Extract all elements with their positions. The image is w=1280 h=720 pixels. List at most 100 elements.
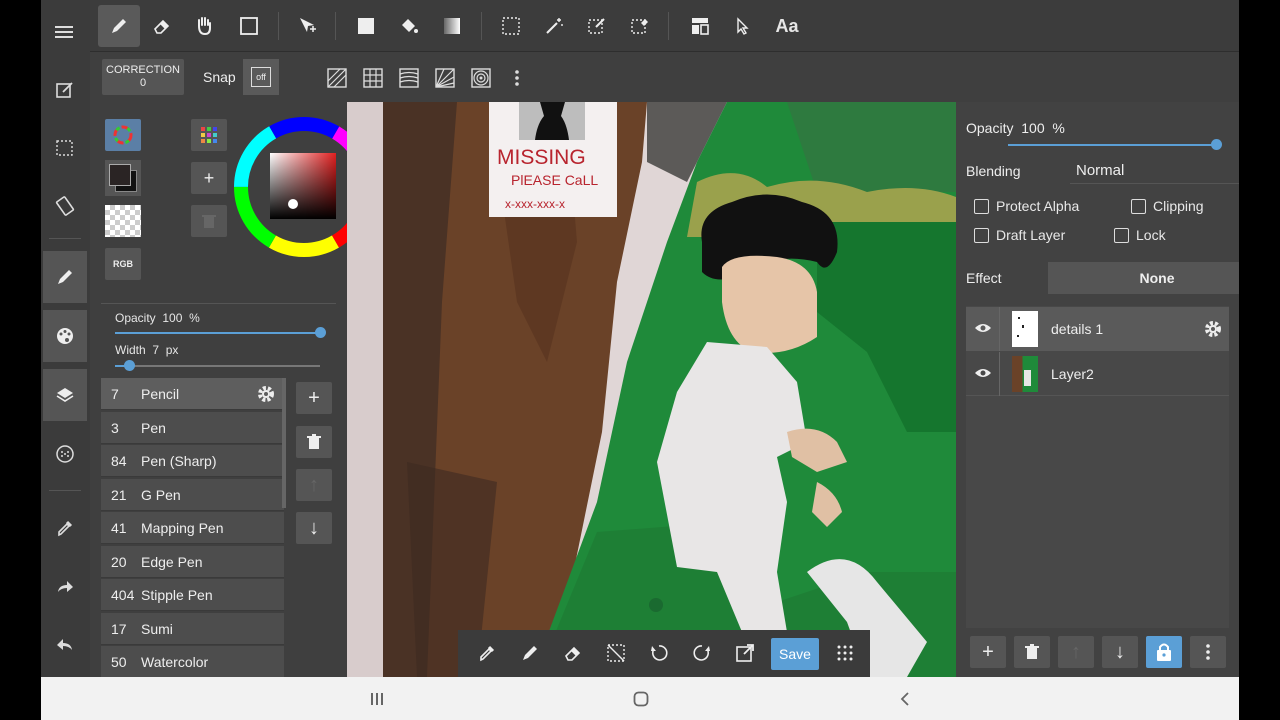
add-brush-button[interactable]: + bbox=[296, 382, 332, 414]
color-palette-icon[interactable] bbox=[43, 310, 87, 362]
magic-wand-icon[interactable] bbox=[533, 5, 575, 47]
brush-item[interactable]: 404 Stipple Pen bbox=[101, 579, 284, 611]
snap-circle-icon[interactable] bbox=[467, 64, 495, 92]
blending-label: Blending bbox=[966, 163, 1021, 179]
rotate-canvas-icon[interactable] bbox=[43, 180, 87, 232]
layer-menu-icon[interactable] bbox=[1190, 636, 1226, 668]
undo-icon[interactable] bbox=[43, 619, 87, 671]
move-brush-up-icon[interactable]: ↑ bbox=[296, 469, 332, 501]
save-button[interactable]: Save bbox=[771, 638, 819, 670]
brush-item[interactable]: 17 Sumi bbox=[101, 613, 284, 645]
lock-checkbox[interactable]: Lock bbox=[1114, 227, 1166, 243]
color-swatch-current[interactable] bbox=[105, 160, 141, 196]
protect-alpha-checkbox[interactable]: Protect Alpha bbox=[974, 198, 1079, 214]
select-pen-icon[interactable] bbox=[576, 5, 618, 47]
layer-item-layer2[interactable]: Layer2 bbox=[966, 352, 1229, 396]
layer-opacity-knob[interactable] bbox=[1211, 139, 1222, 150]
add-layer-button[interactable]: + bbox=[970, 636, 1006, 668]
correction-button[interactable]: CORRECTION 0 bbox=[102, 59, 184, 95]
brush-width-slider[interactable] bbox=[115, 360, 320, 371]
brush-item[interactable]: 20 Edge Pen bbox=[101, 546, 284, 578]
pen-icon[interactable] bbox=[515, 638, 545, 668]
move-tool-icon[interactable] bbox=[287, 5, 329, 47]
layer-settings-gear-icon[interactable] bbox=[1203, 319, 1223, 339]
blending-select[interactable]: Normal bbox=[1070, 158, 1239, 184]
material-icon[interactable] bbox=[43, 428, 87, 480]
draft-layer-checkbox[interactable]: Draft Layer bbox=[974, 227, 1065, 243]
brush-panel-icon[interactable] bbox=[43, 251, 87, 303]
selection-icon[interactable] bbox=[43, 122, 87, 174]
brush-list-scrollbar[interactable] bbox=[282, 378, 286, 508]
eraser-icon[interactable] bbox=[558, 638, 588, 668]
brush-item[interactable]: 21 G Pen bbox=[101, 479, 284, 511]
eye-icon[interactable] bbox=[974, 321, 992, 335]
brush-item[interactable]: 84 Pen (Sharp) bbox=[101, 445, 284, 477]
delete-brush-icon[interactable] bbox=[296, 426, 332, 458]
quick-action-bar: Save bbox=[458, 630, 870, 677]
grid-menu-icon[interactable] bbox=[830, 638, 860, 668]
brush-width-label: Width 7 px bbox=[115, 343, 179, 357]
shape-tool-icon[interactable] bbox=[228, 5, 270, 47]
brush-item[interactable]: 3 Pen bbox=[101, 412, 284, 444]
add-color-button[interactable]: + bbox=[191, 162, 227, 194]
color-palette-tab-icon[interactable] bbox=[191, 119, 227, 151]
brush-item[interactable]: 41 Mapping Pen bbox=[101, 512, 284, 544]
transparent-color-button[interactable] bbox=[105, 205, 141, 237]
brush-width-knob[interactable] bbox=[124, 360, 135, 371]
eyedropper-icon[interactable] bbox=[472, 638, 502, 668]
snap-curve-icon[interactable] bbox=[395, 64, 423, 92]
operation-tool-icon[interactable] bbox=[722, 5, 764, 47]
home-icon[interactable] bbox=[626, 687, 656, 711]
poster-subtitle: PlEASE CaLL bbox=[511, 172, 598, 188]
eye-icon[interactable] bbox=[974, 366, 992, 380]
fill-rect-tool-icon[interactable] bbox=[345, 5, 387, 47]
layer-opacity-slider[interactable] bbox=[1008, 139, 1222, 150]
eraser-tool-icon[interactable] bbox=[141, 5, 183, 47]
blending-value: Normal bbox=[1076, 162, 1125, 179]
snap-grid-icon[interactable] bbox=[359, 64, 387, 92]
pen-tool-icon[interactable] bbox=[98, 5, 140, 47]
move-layer-up-icon[interactable]: ↑ bbox=[1058, 636, 1094, 668]
lock-layer-icon[interactable] bbox=[1146, 636, 1182, 668]
redo-icon[interactable] bbox=[687, 638, 717, 668]
share-icon[interactable] bbox=[730, 638, 760, 668]
move-brush-down-icon[interactable]: ↓ bbox=[296, 512, 332, 544]
rgb-button[interactable]: RGB bbox=[105, 248, 141, 280]
clipping-checkbox[interactable]: Clipping bbox=[1131, 198, 1204, 214]
text-tool-button[interactable]: Aa bbox=[766, 5, 808, 47]
brush-item[interactable]: 7 Pencil bbox=[101, 378, 284, 410]
recent-apps-icon[interactable] bbox=[362, 687, 392, 711]
snap-radial-icon[interactable] bbox=[431, 64, 459, 92]
snap-parallel-icon[interactable] bbox=[323, 64, 351, 92]
delete-color-icon[interactable] bbox=[191, 205, 227, 237]
effect-button[interactable]: None bbox=[1048, 262, 1239, 294]
snap-off-button[interactable]: off bbox=[243, 59, 279, 95]
menu-icon[interactable] bbox=[43, 6, 87, 58]
color-wheel-tab-icon[interactable] bbox=[105, 119, 141, 151]
bucket-tool-icon[interactable] bbox=[388, 5, 430, 47]
drawing-canvas[interactable]: MISSING PlEASE CaLL x-xxx-xxx-x bbox=[347, 102, 956, 677]
correction-value: 0 bbox=[139, 77, 147, 89]
deselect-icon[interactable] bbox=[601, 638, 631, 668]
back-icon[interactable] bbox=[890, 687, 920, 711]
select-tool-icon[interactable] bbox=[490, 5, 532, 47]
gradient-tool-icon[interactable] bbox=[431, 5, 473, 47]
delete-layer-icon[interactable] bbox=[1014, 636, 1050, 668]
layer-item-details-1[interactable]: details 1 bbox=[966, 307, 1229, 351]
brush-opacity-knob[interactable] bbox=[315, 327, 326, 338]
layer-name: details 1 bbox=[1051, 321, 1104, 337]
move-layer-down-icon[interactable]: ↓ bbox=[1102, 636, 1138, 668]
layers-icon[interactable] bbox=[43, 369, 87, 421]
eyedropper-icon[interactable] bbox=[43, 502, 87, 554]
redo-icon[interactable] bbox=[43, 561, 87, 613]
artwork[interactable]: MISSING PlEASE CaLL x-xxx-xxx-x bbox=[347, 102, 956, 677]
more-options-icon[interactable] bbox=[503, 64, 531, 92]
select-eraser-icon[interactable] bbox=[619, 5, 661, 47]
undo-icon[interactable] bbox=[644, 638, 674, 668]
hand-tool-icon[interactable] bbox=[183, 5, 225, 47]
gear-icon[interactable] bbox=[256, 384, 276, 404]
brush-item[interactable]: 50 Watercolor bbox=[101, 646, 284, 677]
frame-divide-icon[interactable] bbox=[679, 5, 721, 47]
brush-opacity-slider[interactable] bbox=[115, 327, 326, 338]
edit-canvas-icon[interactable] bbox=[43, 64, 87, 116]
